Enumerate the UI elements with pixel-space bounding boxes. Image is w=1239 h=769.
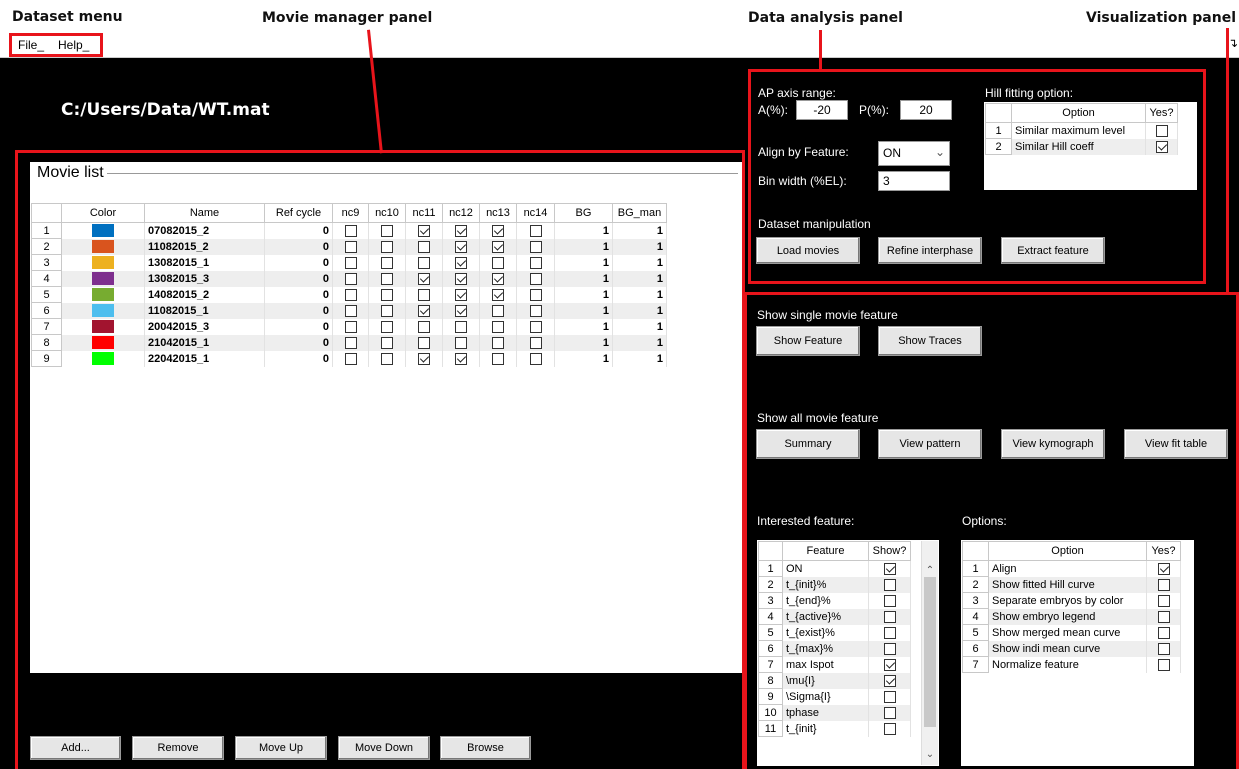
visualization-highlight xyxy=(744,292,1239,769)
dataset-menu-highlight xyxy=(9,33,103,57)
data-analysis-leader xyxy=(819,30,822,70)
annotation-dataset-menu: Dataset menu xyxy=(12,9,123,25)
data-analysis-highlight xyxy=(748,69,1206,284)
visualization-leader xyxy=(1226,28,1229,293)
toolbar-arrow-icon[interactable]: ↴ xyxy=(1228,36,1238,50)
menu-bar: File_ Help_ ↴ xyxy=(0,34,1239,58)
dataset-path: C:/Users/Data/WT.mat xyxy=(61,100,270,120)
movie-manager-highlight xyxy=(15,150,745,769)
annotation-movie-manager: Movie manager panel xyxy=(262,10,433,26)
annotation-data-analysis: Data analysis panel xyxy=(748,10,903,26)
annotation-visualization: Visualization panel xyxy=(1086,10,1237,26)
